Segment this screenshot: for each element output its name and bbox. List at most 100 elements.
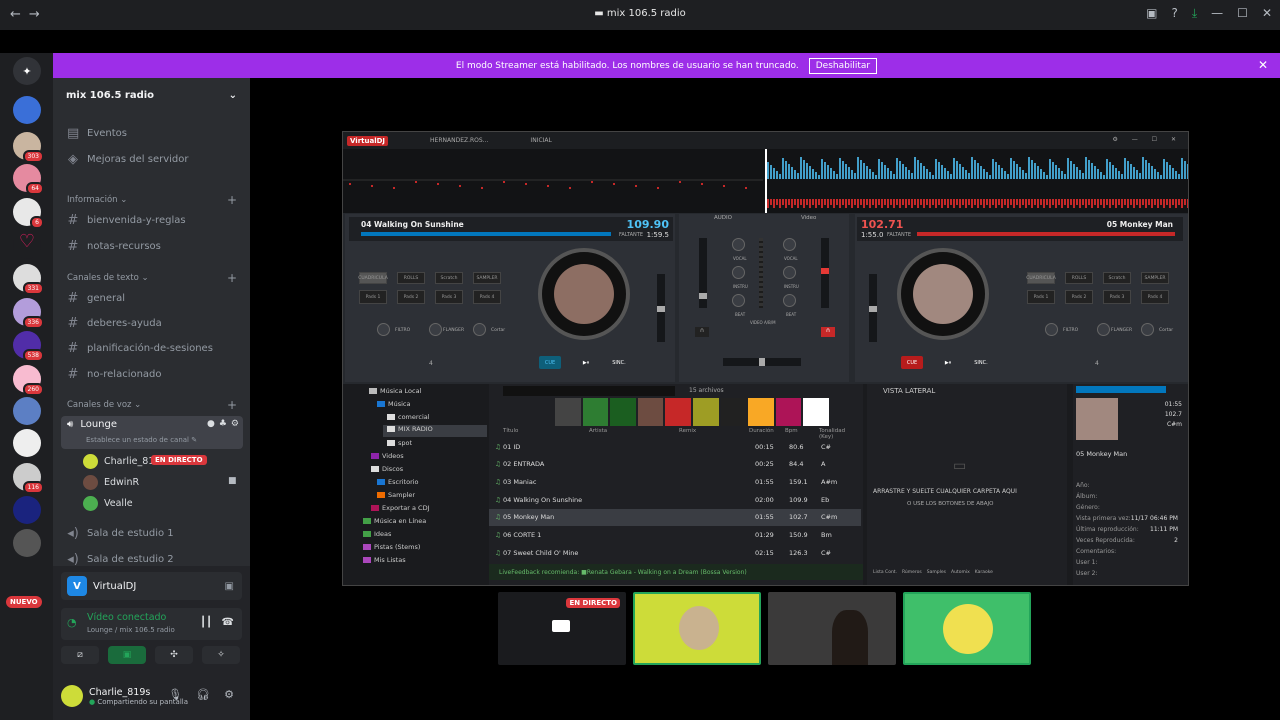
livefeedback-bar[interactable]: LiveFeedback recomienda: ■Renata Gebara … (489, 564, 863, 580)
pad[interactable]: Pads 3 (1103, 290, 1131, 304)
table-row[interactable]: ♫ 02 ENTRADA 00:25 84.4 A (489, 456, 861, 473)
server-icon[interactable]: 116 (13, 463, 44, 494)
folder-item[interactable]: Mis Listas (363, 556, 406, 564)
server-header[interactable]: mix 106.5 radio ⌄ (53, 78, 250, 112)
fx-knob[interactable] (473, 323, 486, 336)
pad-mode[interactable]: ROLLS (397, 272, 425, 284)
headphone-cue-left[interactable]: ∩ (695, 327, 709, 337)
events-item[interactable]: ▤ Eventos (67, 126, 127, 141)
cue-button[interactable]: CUE (539, 356, 561, 369)
fx-knob[interactable] (1141, 323, 1154, 336)
eq-knob[interactable] (732, 238, 745, 251)
fx-knob[interactable] (377, 323, 390, 336)
table-row[interactable]: ♫ 05 Monkey Man 01:55 102.7 C#m (489, 508, 861, 526)
sideview-tabs[interactable]: Lista Cont. Rúmeros Samples Automix Karaoke (873, 570, 993, 575)
inbox-icon[interactable]: ▣ (1146, 6, 1157, 21)
pad-mode[interactable]: Scratch (435, 272, 463, 284)
screen-share-toggle[interactable]: ▣ (108, 646, 146, 664)
add-channel-icon[interactable]: + (227, 271, 237, 285)
crossfader[interactable] (723, 358, 801, 366)
channel-item[interactable]: # no-relacionado (67, 367, 162, 382)
play-button[interactable]: ▶⏸ (937, 356, 959, 369)
category-info[interactable]: Información ⌄ + (67, 193, 237, 207)
server-icon[interactable]: 303 (13, 132, 44, 163)
jog-wheel-right[interactable] (897, 248, 989, 340)
server-icon[interactable]: ♡ (13, 231, 41, 259)
folder-item[interactable]: Música en Línea (363, 517, 426, 525)
channel-item[interactable]: # bienvenida-y-reglas (67, 213, 186, 228)
folder-item[interactable]: Exportar a CDJ (371, 504, 430, 512)
pad[interactable]: Pads 4 (1141, 290, 1169, 304)
participant-tile[interactable] (768, 592, 896, 665)
activity-card[interactable]: V VirtualDJ ▣ (61, 572, 242, 600)
eq-knob[interactable] (732, 294, 745, 307)
search-input[interactable] (503, 386, 675, 396)
eq-knob[interactable] (783, 238, 796, 251)
add-user-icon[interactable]: ♣ (219, 419, 227, 429)
voice-channel[interactable]: ◂) Sala de estudio 2 (67, 552, 173, 567)
volume-fader-left[interactable] (699, 238, 707, 308)
pad-mode[interactable]: SAMPLER (473, 272, 501, 284)
virtualdj-stream[interactable]: VirtualDJ HERNANDEZ.ROS... INICIAL ⚙ — ☐… (342, 131, 1189, 586)
fx-knob[interactable] (429, 323, 442, 336)
add-channel-icon[interactable]: + (227, 398, 237, 412)
list-header[interactable]: Título Artista Remix Duración Bpm Tonali… (489, 428, 861, 440)
play-button[interactable]: ▶⏸ (575, 356, 597, 369)
camera-toggle[interactable]: ⧄ (61, 646, 99, 664)
folder-item[interactable]: Música Local (369, 387, 421, 395)
participant-tile[interactable] (633, 592, 761, 665)
folder-item[interactable]: spot (387, 439, 412, 447)
server-icon[interactable]: 260 (13, 365, 44, 396)
stream-thumbnail[interactable]: EN DIRECTO (498, 592, 626, 665)
volume-fader-right[interactable] (821, 238, 829, 308)
folder-item[interactable]: Pistas (Stems) (363, 543, 420, 551)
fx-knob[interactable] (1045, 323, 1058, 336)
folder-item[interactable]: Sampler (377, 491, 415, 499)
mic-icon[interactable]: 🎙︎ (168, 688, 182, 701)
voice-user[interactable]: Vealle (83, 496, 133, 511)
minimize-icon[interactable]: — (1211, 6, 1223, 21)
voice-channel-lounge[interactable]: 🔊︎ Lounge Establece un estado de canal ✎ … (61, 416, 243, 449)
pad[interactable]: Pads 2 (1065, 290, 1093, 304)
headphone-cue-right[interactable]: ∩ (821, 327, 835, 337)
jog-wheel-left[interactable] (538, 248, 630, 340)
pad-mode[interactable]: SAMPLER (1141, 272, 1169, 284)
boosts-item[interactable]: ◈ Mejoras del servidor (67, 152, 189, 167)
activities-button[interactable]: ✣ (155, 646, 193, 664)
table-row[interactable]: ♫ 04 Walking On Sunshine 02:00 109.9 Eb (489, 491, 861, 508)
table-row[interactable]: ♫ 03 Maniac 01:55 159.1 A#m (489, 473, 861, 490)
pad[interactable]: Pads 2 (397, 290, 425, 304)
folder-item[interactable]: comercial (387, 413, 430, 421)
eq-knob[interactable] (783, 266, 796, 279)
channel-item[interactable]: # planificación-de-sesiones (67, 341, 213, 356)
design-select[interactable]: INICIAL (530, 137, 551, 144)
participant-tile[interactable] (903, 592, 1031, 665)
pad-mode[interactable]: CUADRICULA (358, 272, 388, 284)
eq-knob[interactable] (732, 266, 745, 279)
pitch-slider[interactable] (869, 274, 877, 342)
download-icon[interactable]: ⤓ (1192, 6, 1197, 21)
channel-item[interactable]: # general (67, 291, 125, 306)
disable-button[interactable]: Deshabilitar (808, 57, 878, 74)
folder-item[interactable]: Música (377, 400, 410, 408)
sync-button[interactable]: SINC. (970, 356, 992, 369)
server-icon[interactable]: 336 (13, 298, 44, 329)
close-icon[interactable]: ✕ (1262, 6, 1272, 21)
pad[interactable]: Pads 1 (359, 290, 387, 304)
gear-icon[interactable]: ⚙ (224, 688, 234, 701)
pad[interactable]: Pads 3 (435, 290, 463, 304)
headphones-icon[interactable]: 🎧︎ (196, 688, 210, 701)
server-icon[interactable]: 331 (13, 264, 44, 295)
folder-item-selected[interactable]: MIX RADIO (383, 425, 487, 437)
cue-button[interactable]: CUE (901, 356, 923, 369)
channel-item[interactable]: # notas-recursos (67, 239, 161, 254)
folder-item[interactable]: Videos (371, 452, 404, 460)
channel-item[interactable]: # deberes-ayuda (67, 316, 162, 331)
close-icon[interactable]: ✕ (1258, 58, 1268, 72)
gear-icon[interactable]: ⚙ (231, 419, 239, 429)
user-info[interactable]: Charlie_819s ● Compartiendo su pantalla … (61, 678, 242, 714)
add-channel-icon[interactable]: + (227, 193, 237, 207)
server-icon[interactable]: 64 (13, 164, 44, 195)
server-icon[interactable] (13, 397, 41, 425)
pad-mode[interactable]: ROLLS (1065, 272, 1093, 284)
